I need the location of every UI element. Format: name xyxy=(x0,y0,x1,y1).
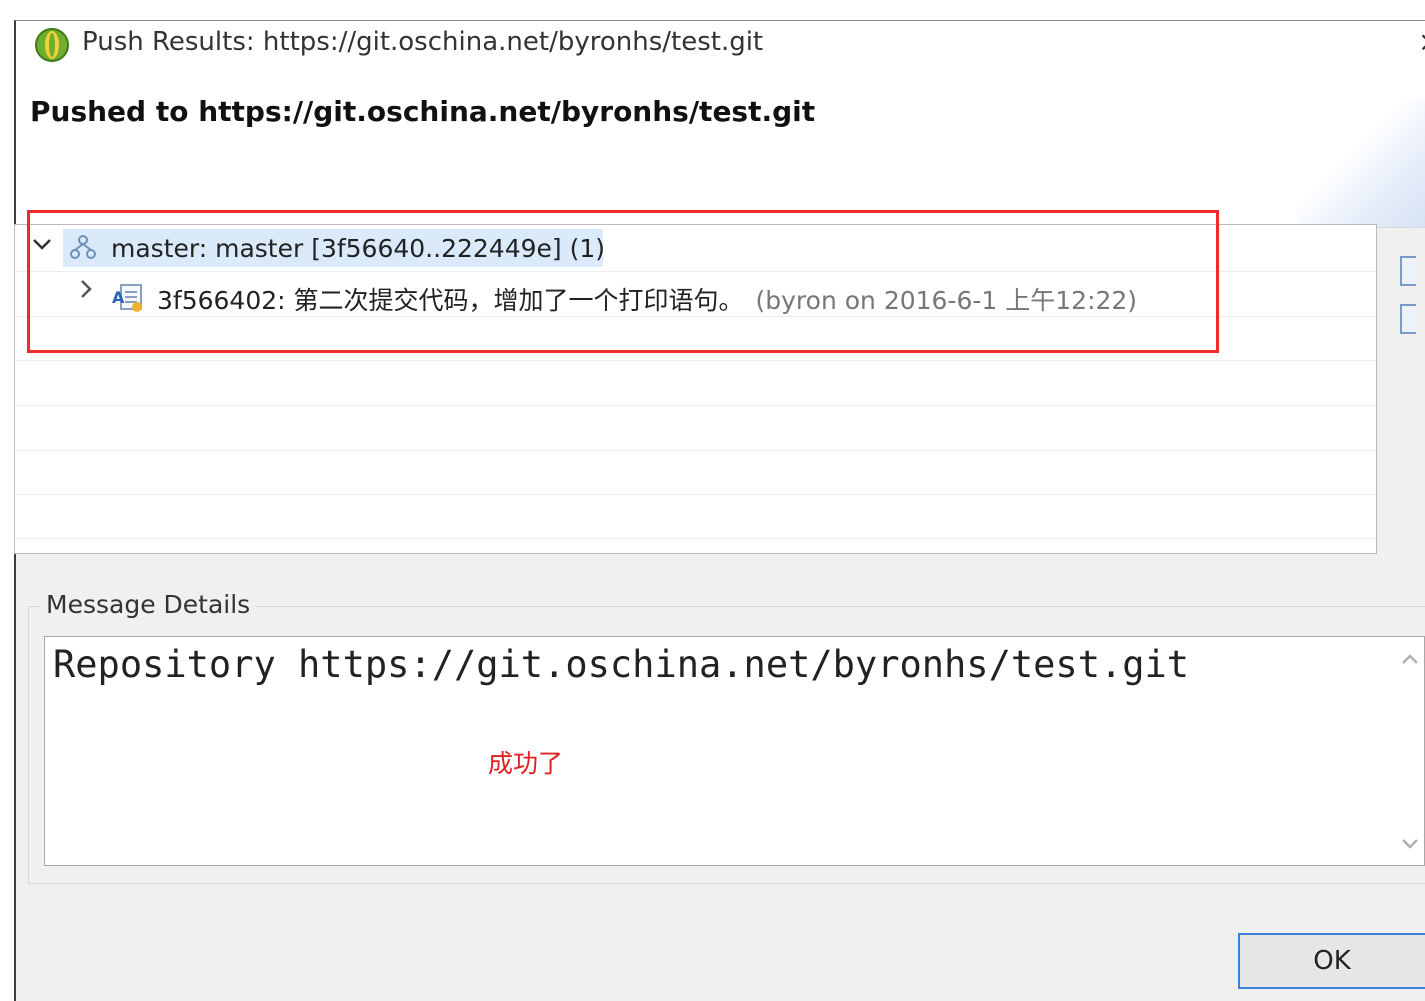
page-title: Pushed to https://git.oschina.net/byronh… xyxy=(30,95,816,128)
window-title: Push Results: https://git.oschina.net/by… xyxy=(82,27,764,57)
success-annotation: 成功了 xyxy=(488,749,564,778)
annotation-highlight-box xyxy=(27,210,1219,353)
ok-button[interactable]: OK xyxy=(1238,933,1425,989)
scroll-down-icon[interactable] xyxy=(1400,832,1420,857)
group-divider-bottom xyxy=(28,883,1425,884)
group-divider-left xyxy=(28,606,29,884)
message-details-label: Message Details xyxy=(40,590,257,619)
collapse-all-icon[interactable] xyxy=(1400,304,1416,334)
title-bar: Push Results: https://git.oschina.net/by… xyxy=(16,21,1425,69)
header-banner-graphic xyxy=(1297,99,1425,227)
close-icon[interactable]: × xyxy=(1418,25,1425,58)
scroll-up-icon[interactable] xyxy=(1400,647,1420,672)
expand-all-icon[interactable] xyxy=(1400,256,1416,286)
dialog-header: Pushed to https://git.oschina.net/byronh… xyxy=(16,69,1425,228)
message-details-textarea[interactable]: Repository https://git.oschina.net/byron… xyxy=(44,636,1425,866)
eclipse-app-icon xyxy=(35,28,69,62)
message-text: Repository https://git.oschina.net/byron… xyxy=(53,643,1190,686)
